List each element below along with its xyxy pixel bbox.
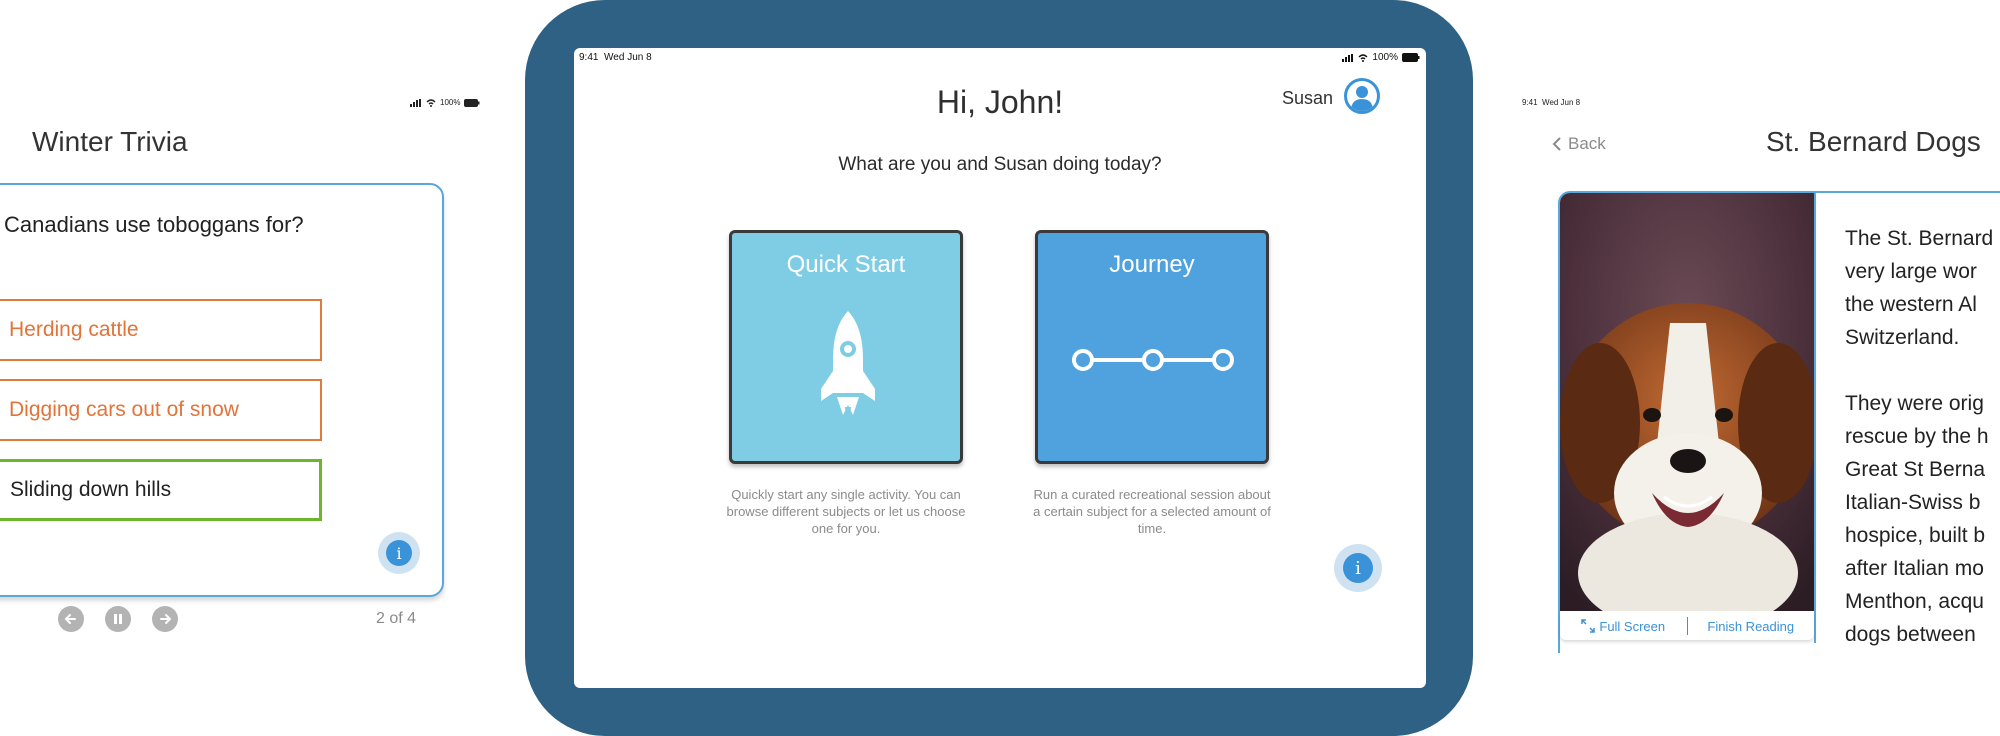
page-counter: 2 of 4 [376,610,417,627]
wifi-icon [1358,53,1368,62]
status-time: 9:41 [579,52,599,63]
full-screen-button[interactable]: Full Screen [1560,619,1687,634]
info-button[interactable]: i [1334,544,1382,592]
user-name[interactable]: Susan [1282,88,1333,109]
status-date: Wed Jun 8 [604,52,652,63]
question-text: Canadians use toboggans for? [4,212,304,237]
arrow-right-icon [160,614,172,624]
finish-reading-label: Finish Reading [1707,618,1795,634]
answer-label: Herding cattle [9,318,139,341]
text-line: They were orig [1845,392,1984,415]
status-bar: 9:41 Wed Jun 8 [1522,98,1580,107]
page-title: St. Bernard Dogs [1766,126,1981,157]
article-paragraph: They were orig rescue by the h Great St … [1845,387,2000,651]
text-line: the western Al [1845,293,1977,316]
finish-reading-button[interactable]: Finish Reading [1688,619,1815,634]
text-line: rescue by the h [1845,425,1989,448]
wifi-icon [426,98,436,107]
battery-icon [1402,53,1420,62]
panel-divider [1814,193,1816,643]
back-label: Back [1568,134,1606,153]
signal-icon [1342,53,1354,62]
journey-description: Run a curated recreational session about… [1033,487,1271,536]
full-screen-label: Full Screen [1599,618,1666,634]
answer-label: Sliding down hills [10,478,172,501]
next-button[interactable] [152,606,178,632]
tile-label: Quick Start [786,251,906,278]
trivia-screen: 100% Winter Trivia Canadians use tobogga… [0,0,500,736]
dog-photo [1560,193,1814,611]
expand-icon [1581,619,1596,633]
text-line: Great St Berna [1845,458,1986,481]
text-line: very large wor [1845,260,1977,283]
status-bar: 100% [410,98,480,107]
status-bar-left: 9:41 Wed Jun 8 [579,52,652,63]
info-button[interactable]: i [378,532,420,574]
reading-screen: 9:41 Wed Jun 8 Back St. Bernard Dogs Ful… [1500,0,2000,736]
user-avatar-button[interactable] [1344,78,1380,114]
chevron-left-icon [1552,137,1561,151]
arrow-left-icon [64,614,76,624]
pause-button[interactable] [105,606,131,632]
back-button[interactable]: Back [1552,134,1606,154]
status-time: 9:41 [1522,98,1538,107]
status-bar-right: 100% [1342,52,1420,63]
info-icon: i [1343,553,1373,583]
tile-label: Journey [1109,251,1195,278]
text-line: The St. Bernard [1845,227,1994,250]
info-icon: i [386,540,412,566]
status-date: Wed Jun 8 [1542,98,1581,107]
journey-tile[interactable]: Journey [1035,230,1269,464]
quick-start-tile[interactable]: Quick Start [729,230,963,464]
pause-icon [114,614,122,624]
battery-icon [464,98,480,107]
text-line: hospice, built b [1845,524,1986,547]
journey-path-icon [1072,349,1234,371]
signal-icon [410,98,421,107]
text-line: Italian-Swiss b [1845,491,1981,514]
st-bernard-image [1560,193,1814,611]
answer-option[interactable]: Digging cars out of snow [0,379,322,441]
rocket-icon [821,311,875,431]
activity-prompt: What are you and Susan doing today? [838,154,1162,175]
page-title: Winter Trivia [32,126,188,157]
battery-percent: 100% [1372,52,1398,63]
photo-toolbar: Full Screen Finish Reading [1560,612,1814,640]
home-screen: 9:41 Wed Jun 8 100% Hi, John! Susan What… [574,48,1426,688]
text-line: dogs between [1845,623,1976,646]
answer-label: Digging cars out of snow [9,398,239,421]
battery-percent: 100% [440,98,461,107]
text-line: after Italian mo [1845,557,1984,580]
text-line: Menthon, acqu [1845,590,1984,613]
quick-start-description: Quickly start any single activity. You c… [726,487,966,536]
article-paragraph: The St. Bernard very large wor the weste… [1845,222,2000,354]
previous-button[interactable] [58,606,84,632]
article-text: The St. Bernard very large wor the weste… [1845,222,2000,684]
text-line: Switzerland. [1845,326,1960,349]
answer-option[interactable]: Herding cattle [0,299,322,361]
user-avatar-icon [1351,86,1373,111]
answer-option-correct[interactable]: Sliding down hills [0,459,322,521]
